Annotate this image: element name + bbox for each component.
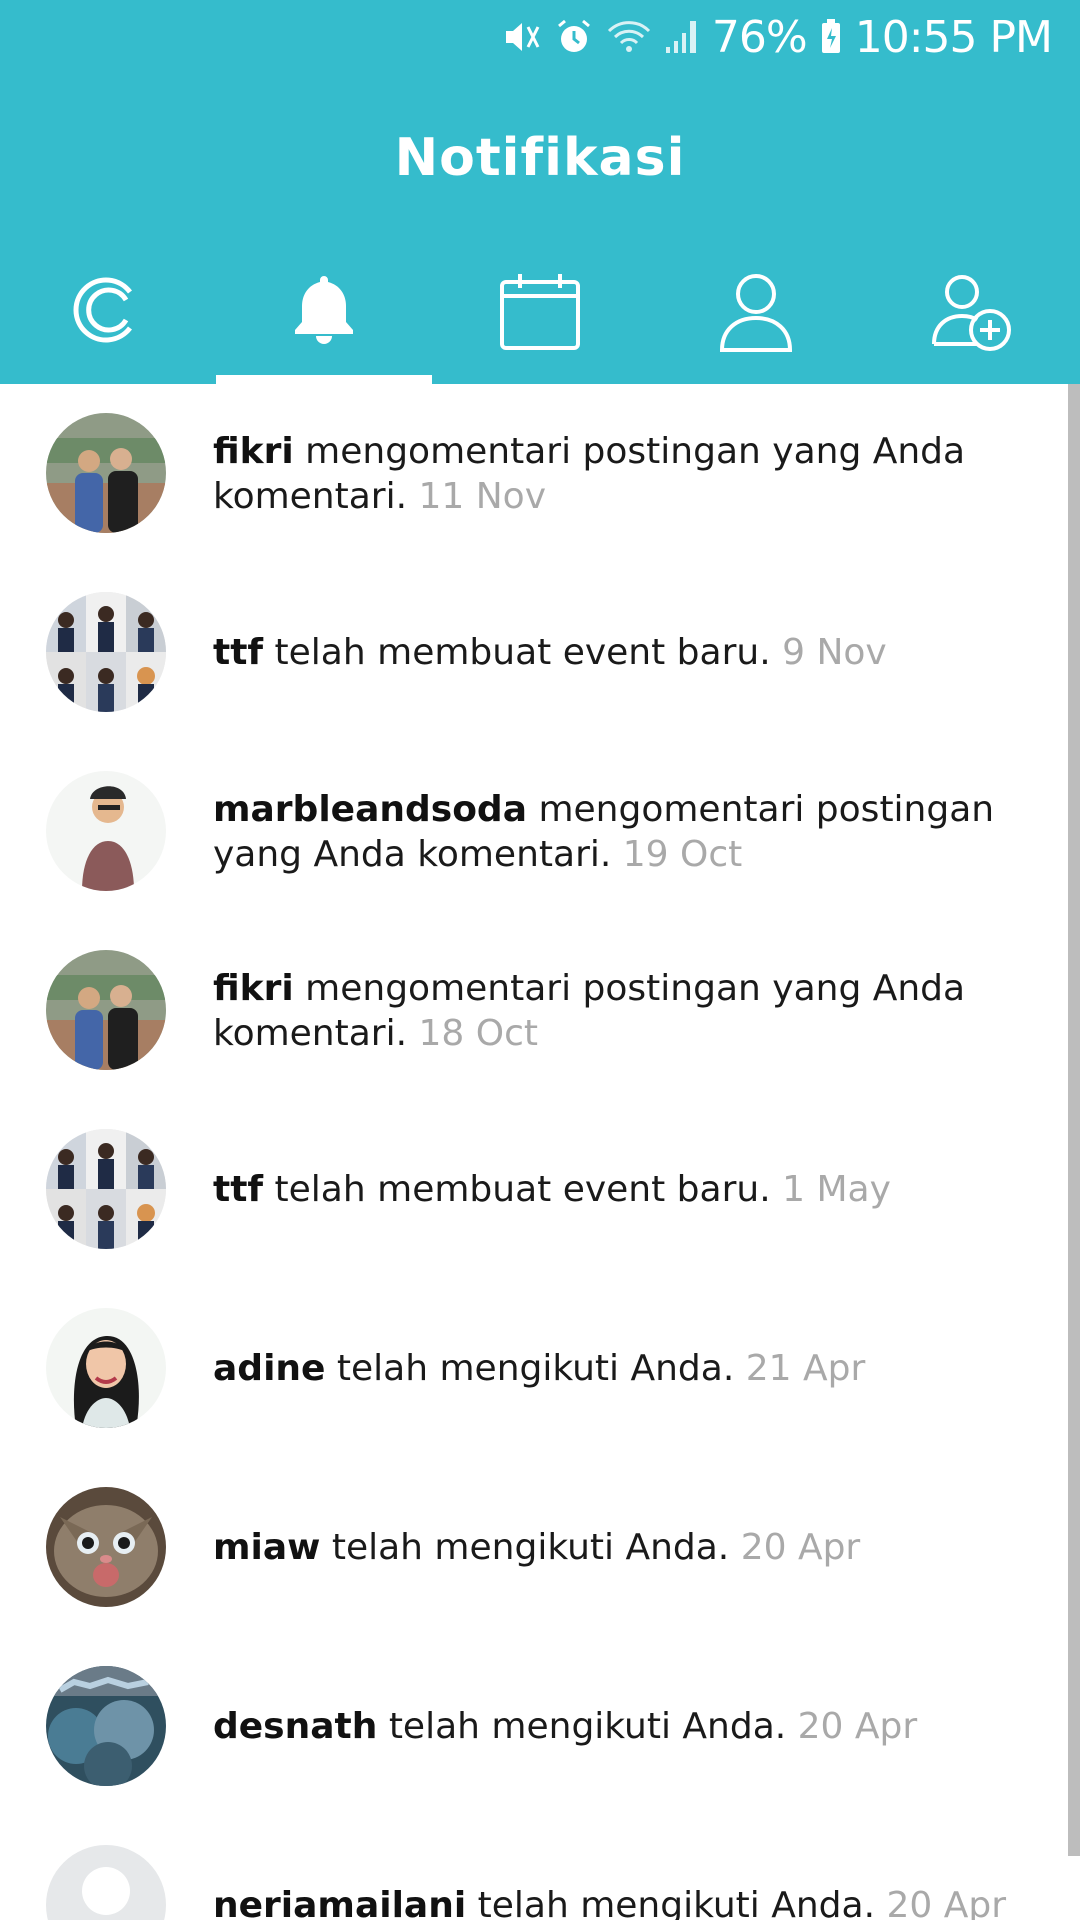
mute-icon [505,23,540,51]
notification-text: adine telah mengikuti Anda. 21 Apr [213,1346,1028,1391]
avatar[interactable] [46,1666,166,1786]
notification-user[interactable]: adine [213,1348,325,1389]
notification-item[interactable]: marbleandsoda mengomentari postingan yan… [0,742,1068,921]
notification-message: mengomentari postingan yang Anda komenta… [213,967,966,1054]
status-bar: 76% 10:55 PM [0,0,1080,74]
notification-item[interactable]: miaw telah mengikuti Anda. 20 Apr [0,1458,1068,1637]
notification-time: 1 May [782,1169,891,1210]
app-header: 76% 10:55 PM Notifikasi [0,0,1080,384]
active-tab-indicator [216,375,432,384]
notification-user[interactable]: ttf [213,632,263,673]
notification-user[interactable]: marbleandsoda [213,789,527,830]
avatar[interactable] [46,413,166,533]
notification-text: fikri mengomentari postingan yang Anda k… [213,429,1028,519]
battery-percent: 76% [711,11,808,63]
calendar-icon [500,274,580,350]
notification-list[interactable]: fikri mengomentari postingan yang Anda k… [0,384,1068,1920]
notification-text: fikri mengomentari postingan yang Anda k… [213,966,1028,1056]
tab-events[interactable] [432,258,648,384]
notification-user[interactable]: miaw [213,1527,320,1568]
notification-text: marbleandsoda mengomentari postingan yan… [213,787,1028,877]
tab-notifications[interactable] [216,258,432,384]
notification-time: 9 Nov [782,632,887,673]
scrollbar[interactable] [1068,384,1080,1856]
notification-item[interactable]: neriamailani telah mengikuti Anda. 20 Ap… [0,1816,1068,1920]
avatar[interactable] [46,1845,166,1920]
bell-icon [295,276,353,344]
avatar[interactable] [46,1129,166,1249]
notification-item[interactable]: ttf telah membuat event baru. 9 Nov [0,563,1068,742]
user-icon [719,274,793,352]
notification-user[interactable]: desnath [213,1706,377,1747]
avatar[interactable] [46,950,166,1070]
tab-home[interactable] [0,258,216,384]
notification-user[interactable]: fikri [213,431,294,472]
avatar[interactable] [46,771,166,891]
notification-time: 21 Apr [745,1348,866,1389]
app-logo-icon [73,277,132,343]
notification-message: telah mengikuti Anda. [466,1885,887,1920]
notification-text: ttf telah membuat event baru. 9 Nov [213,630,1028,675]
notification-text: ttf telah membuat event baru. 1 May [213,1167,1028,1212]
notification-time: 18 Oct [418,1012,539,1054]
notification-time: 19 Oct [622,833,743,875]
notification-item[interactable]: desnath telah mengikuti Anda. 20 Apr [0,1637,1068,1816]
battery-icon [821,19,840,53]
notification-message: telah membuat event baru. [263,1169,783,1210]
tab-bar [0,258,1080,384]
notification-item[interactable]: adine telah mengikuti Anda. 21 Apr [0,1279,1068,1458]
notification-time: 20 Apr [740,1527,861,1568]
notification-message: telah mengikuti Anda. [320,1527,741,1568]
notification-item[interactable]: fikri mengomentari postingan yang Anda k… [0,921,1068,1100]
alarm-icon [557,19,590,52]
notification-time: 20 Apr [886,1885,1006,1920]
notification-user[interactable]: neriamailani [213,1885,466,1920]
notification-user[interactable]: fikri [213,968,294,1009]
tab-profile[interactable] [648,258,864,384]
notification-item[interactable]: fikri mengomentari postingan yang Anda k… [0,384,1068,563]
notification-user[interactable]: ttf [213,1169,263,1210]
user-plus-icon [932,275,1011,351]
notification-text: neriamailani telah mengikuti Anda. 20 Ap… [213,1883,1028,1920]
signal-icon [665,21,696,53]
notification-message: telah mengikuti Anda. [377,1706,798,1747]
tab-add-friend[interactable] [864,258,1080,384]
clock: 10:55 PM [854,11,1053,63]
notification-time: 20 Apr [797,1706,918,1747]
avatar[interactable] [46,1487,166,1607]
notification-message: telah membuat event baru. [263,632,783,673]
notification-message: mengomentari postingan yang Anda komenta… [213,430,966,517]
notification-item[interactable]: ttf telah membuat event baru. 1 May [0,1100,1068,1279]
avatar[interactable] [46,592,166,712]
notification-text: miaw telah mengikuti Anda. 20 Apr [213,1525,1028,1570]
notification-text: desnath telah mengikuti Anda. 20 Apr [213,1704,1028,1749]
notification-message: telah mengikuti Anda. [325,1348,746,1389]
avatar[interactable] [46,1308,166,1428]
page-title: Notifikasi [394,128,686,188]
notification-time: 11 Nov [418,475,547,517]
wifi-icon [607,21,650,52]
